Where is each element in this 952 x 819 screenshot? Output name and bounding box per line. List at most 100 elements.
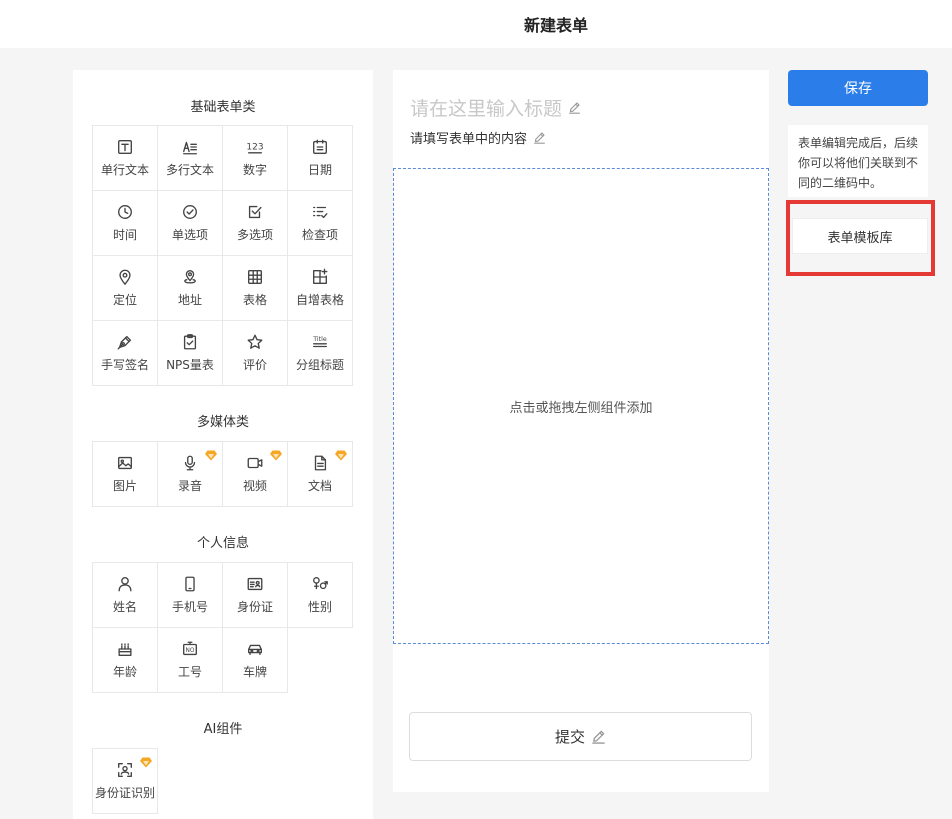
component-label: 单选项: [171, 228, 208, 242]
table-icon: [248, 270, 262, 284]
component-label: 年龄: [112, 665, 137, 679]
component-table-add[interactable]: 自增表格: [287, 255, 353, 321]
component-checkbox[interactable]: 多选项: [222, 190, 288, 256]
component-label: 日期: [307, 163, 332, 177]
save-button[interactable]: 保存: [788, 70, 928, 106]
component-label: 定位: [112, 293, 137, 307]
component-id-card[interactable]: 身份证: [222, 562, 288, 628]
video-icon: [247, 457, 263, 469]
component-label: 检查项: [301, 228, 338, 242]
gender-icon: [313, 577, 328, 590]
checklist-icon: [313, 206, 328, 219]
component-label: 性别: [307, 600, 332, 614]
svg-text:123: 123: [246, 143, 263, 153]
component-label: 单行文本: [100, 163, 149, 177]
badge-no-icon: NO: [183, 641, 197, 656]
component-label: 手写签名: [100, 358, 149, 372]
phone-icon: [185, 576, 195, 592]
vip-diamond-icon: [335, 446, 347, 461]
page-header: 新建表单: [0, 0, 952, 48]
page-title: 新建表单: [523, 16, 588, 35]
component-label: 视频: [242, 479, 267, 493]
component-document[interactable]: 文档: [287, 441, 353, 507]
section-title-personal: 个人信息: [196, 536, 249, 551]
component-label: 车牌: [242, 665, 267, 679]
highlight-box: [786, 200, 935, 276]
component-text-t[interactable]: 单行文本: [92, 125, 158, 191]
component-cake[interactable]: 年龄: [92, 627, 158, 693]
component-label: 录音: [177, 479, 202, 493]
clipboard-check-icon: [183, 334, 197, 350]
component-label: 文档: [307, 479, 332, 493]
component-badge-no[interactable]: NO 工号: [157, 627, 223, 693]
component-clock[interactable]: 时间: [92, 190, 158, 256]
form-description-text: 请填写表单中的内容: [410, 132, 528, 147]
component-label: 姓名: [112, 600, 137, 614]
component-microphone[interactable]: 录音: [157, 441, 223, 507]
component-label: 多选项: [236, 228, 273, 242]
cake-icon: [118, 643, 132, 656]
car-icon: [248, 644, 262, 656]
form-title-field[interactable]: 请在这里输入标题: [410, 94, 581, 121]
component-star[interactable]: 评价: [222, 320, 288, 386]
component-label: 图片: [112, 479, 137, 493]
vip-diamond-icon: [270, 446, 282, 461]
component-checklist[interactable]: 检查项: [287, 190, 353, 256]
svg-text:NO: NO: [186, 648, 195, 654]
component-person[interactable]: 姓名: [92, 562, 158, 628]
image-icon: [118, 456, 132, 470]
id-card-icon: [247, 577, 263, 591]
component-label: 数字: [242, 163, 267, 177]
svg-text:Title: Title: [312, 336, 327, 343]
component-video[interactable]: 视频: [222, 441, 288, 507]
edit-pencil-icon: [534, 132, 545, 144]
vip-diamond-icon: [205, 446, 217, 461]
component-location-pin[interactable]: 定位: [92, 255, 158, 321]
form-description-field[interactable]: 请填写表单中的内容: [410, 128, 546, 147]
text-t-icon: [118, 140, 132, 154]
component-palette: 基础表单类 单行文本 多行文本 123 数字 日期时间 单选项 多选项 检查项定位 地址 表格 自增…: [73, 70, 373, 819]
component-pen-nib[interactable]: 手写签名: [92, 320, 158, 386]
component-label: 评价: [242, 358, 267, 372]
component-dropzone[interactable]: 点击或拖拽左侧组件添加: [393, 168, 769, 644]
component-id-scan[interactable]: 身份证识别: [92, 748, 158, 814]
checkbox-icon: [248, 205, 262, 219]
edit-pencil-icon: [569, 102, 580, 114]
component-label: 分组标题: [295, 358, 344, 372]
clock-icon: [118, 205, 132, 219]
form-title-placeholder: 请在这里输入标题: [410, 98, 563, 120]
submit-button[interactable]: 提交: [409, 712, 752, 761]
component-car[interactable]: 车牌: [222, 627, 288, 693]
component-grid-ai: 身份证识别: [92, 748, 352, 814]
star-icon: [247, 334, 263, 349]
calendar-icon: [313, 139, 327, 154]
component-grid-media: 图片 录音 视频 文档: [92, 441, 353, 507]
address-pin-icon: [184, 270, 196, 284]
number-icon: 123: [246, 143, 264, 154]
component-table[interactable]: 表格: [222, 255, 288, 321]
component-label: 身份证: [236, 600, 273, 614]
component-title[interactable]: Title 分组标题: [287, 320, 353, 386]
microphone-icon: [184, 455, 196, 471]
component-grid-basic: 单行文本 多行文本 123 数字 日期时间 单选项 多选项 检查项定位 地址 表格 自增表格手写签名…: [92, 125, 353, 386]
component-grid-personal: 姓名 手机号 身份证 性别年龄 NO 工号 车牌: [92, 562, 353, 693]
vip-diamond-icon: [140, 753, 152, 768]
dropzone-hint: 点击或拖拽左侧组件添加: [509, 400, 653, 416]
component-radio-check[interactable]: 单选项: [157, 190, 223, 256]
component-label: 时间: [112, 228, 137, 242]
location-pin-icon: [119, 269, 131, 285]
component-address-pin[interactable]: 地址: [157, 255, 223, 321]
multiline-text-icon: [183, 141, 197, 155]
component-calendar[interactable]: 日期: [287, 125, 353, 191]
pen-nib-icon: [117, 335, 132, 350]
component-image[interactable]: 图片: [92, 441, 158, 507]
section-title-media: 多媒体类: [196, 415, 249, 430]
component-multiline-text[interactable]: 多行文本: [157, 125, 223, 191]
section-title-basic: 基础表单类: [190, 100, 256, 115]
component-number[interactable]: 123 数字: [222, 125, 288, 191]
info-card: 表单编辑完成后，后续你可以将他们关联到不同的二维码中。: [788, 125, 928, 197]
component-phone[interactable]: 手机号: [157, 562, 223, 628]
component-gender[interactable]: 性别: [287, 562, 353, 628]
title-icon: Title: [312, 336, 327, 348]
component-clipboard-check[interactable]: NPS量表: [157, 320, 223, 386]
